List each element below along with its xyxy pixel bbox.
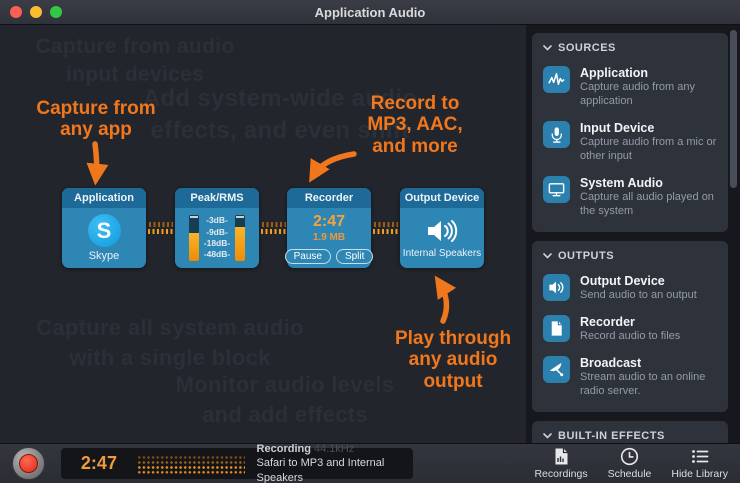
library-item-output-device[interactable]: Output Device Send audio to an output [543, 274, 718, 303]
chevron-down-icon [543, 433, 552, 439]
annotation-play-through-output: Play through any audio output [383, 328, 523, 392]
session-timer: 2:47 [61, 453, 137, 474]
block-peak-rms-title: Peak/RMS [175, 188, 259, 208]
list-icon [690, 447, 710, 466]
recording-status: Recording 44.1kHz [257, 442, 413, 456]
level-meter-right [235, 215, 245, 261]
recorder-elapsed-time: 2:47 [313, 213, 345, 231]
block-recorder[interactable]: Recorder 2:47 1.9 MB Pause Split [287, 188, 371, 268]
speaker-icon [425, 218, 459, 244]
status-bar: 2:47 Recording 44.1kHz Safari to MP3 and… [0, 443, 740, 483]
annotation-record-to-mp3: Record to MP3, AAC, and more [345, 93, 485, 157]
block-output-device[interactable]: Output Device Internal Speakers [400, 188, 484, 268]
speaker-icon [543, 274, 570, 301]
library-item-broadcast[interactable]: Broadcast Stream audio to an online radi… [543, 356, 718, 399]
minimize-button[interactable] [30, 6, 42, 18]
block-output-device-target: Internal Speakers [403, 248, 481, 259]
traffic-lights [10, 6, 62, 18]
section-header-outputs[interactable]: OUTPUTS [543, 250, 718, 262]
audio-flow-connector [373, 222, 398, 234]
down-arrow-icon [80, 140, 114, 190]
block-application[interactable]: Application S Skype [62, 188, 146, 268]
schedule-clock-icon [620, 447, 639, 466]
window-title: Application Audio [0, 5, 740, 20]
library-item-recorder[interactable]: Recorder Record audio to files [543, 315, 718, 344]
block-application-title: Application [62, 188, 146, 208]
broadcast-dish-icon [543, 356, 570, 383]
audio-flow-connector [261, 222, 286, 234]
chevron-down-icon [543, 45, 552, 51]
waveform-icon [543, 66, 570, 93]
annotation-capture-from-any-app: Capture from any app [18, 98, 174, 141]
pipeline-summary: Safari to MP3 and Internal Speakers [257, 456, 413, 483]
library-section-sources: SOURCES Application Capture audio from a… [532, 33, 728, 232]
section-header-sources[interactable]: SOURCES [543, 42, 718, 54]
recordings-icon [553, 447, 570, 466]
record-icon [19, 454, 38, 473]
ghost-caption-monitor-levels: Monitor audio levels and add effects [160, 370, 410, 429]
app-window: Application Audio Capture from audio inp… [0, 0, 740, 483]
session-canvas[interactable]: Capture from audio input devices Add sys… [0, 25, 526, 443]
title-bar: Application Audio [0, 0, 740, 25]
block-peak-rms[interactable]: Peak/RMS -3dB- -9dB- -18dB- -48dB- [175, 188, 259, 268]
schedule-button[interactable]: Schedule [608, 447, 652, 480]
library-item-application[interactable]: Application Capture audio from any appli… [543, 66, 718, 109]
microphone-icon [543, 121, 570, 148]
record-button[interactable] [12, 447, 45, 480]
split-button[interactable]: Split [336, 249, 373, 264]
audio-flow-connector [148, 222, 173, 234]
ghost-caption-input-devices: Capture from audio input devices [20, 33, 250, 90]
section-header-built-in-effects[interactable]: BUILT-IN EFFECTS [543, 430, 718, 442]
sidebar-scrollbar[interactable] [730, 30, 737, 188]
recordings-button[interactable]: Recordings [534, 447, 587, 480]
zoom-button[interactable] [50, 6, 62, 18]
hide-library-button[interactable]: Hide Library [671, 447, 728, 480]
block-application-source: Skype [89, 250, 120, 262]
level-meter-left [189, 215, 199, 261]
up-arrow-icon [412, 272, 458, 326]
session-display: 2:47 Recording 44.1kHz Safari to MP3 and… [61, 448, 413, 479]
display-icon [543, 176, 570, 203]
recorder-file-size: 1.9 MB [313, 232, 345, 243]
chevron-down-icon [543, 253, 552, 259]
db-scale: -3dB- -9dB- -18dB- -48dB- [204, 215, 230, 261]
skype-icon: S [88, 214, 121, 247]
library-section-outputs: OUTPUTS Output Device Send audio to an o… [532, 241, 728, 412]
block-output-device-title: Output Device [400, 188, 484, 208]
curved-arrow-icon [298, 147, 360, 191]
pause-button[interactable]: Pause [285, 249, 331, 264]
document-icon [543, 315, 570, 342]
library-item-input-device[interactable]: Input Device Capture audio from a mic or… [543, 121, 718, 164]
library-panel: SOURCES Application Capture audio from a… [526, 25, 740, 443]
ghost-caption-system-audio: Capture all system audio with a single b… [25, 313, 315, 372]
waveform-display [137, 453, 245, 474]
sample-rate: 44.1kHz [314, 443, 354, 455]
close-button[interactable] [10, 6, 22, 18]
library-item-system-audio[interactable]: System Audio Capture all audio played on… [543, 176, 718, 219]
block-recorder-title: Recorder [287, 188, 371, 208]
